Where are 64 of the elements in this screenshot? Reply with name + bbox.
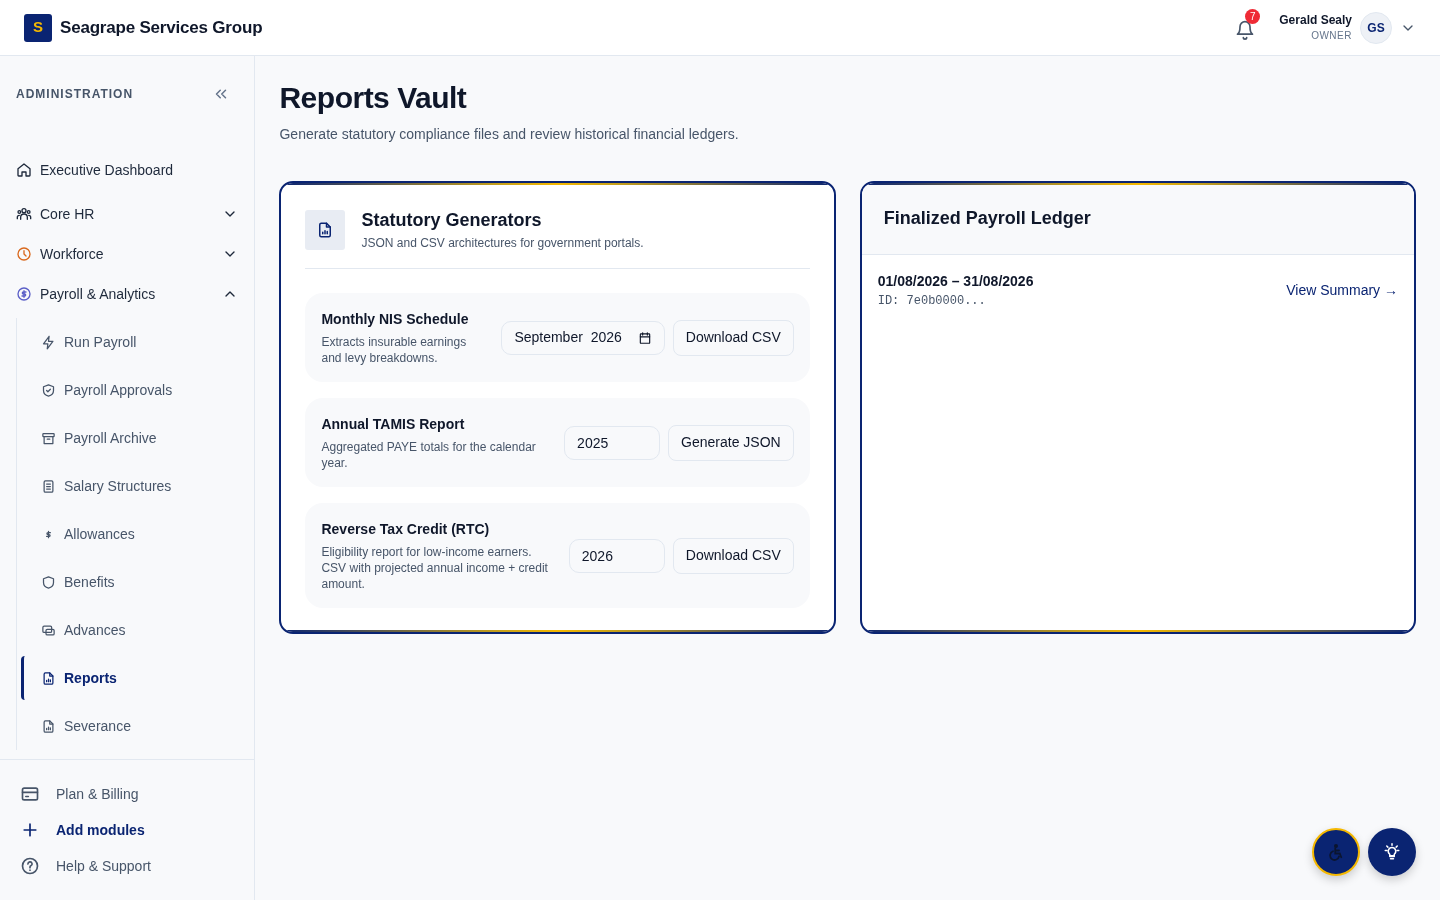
- sidebar-link[interactable]: Help & Support: [20, 848, 235, 884]
- people-icon: [16, 206, 32, 222]
- lightbulb-button[interactable]: [1368, 828, 1416, 876]
- user-avatar[interactable]: GS: [1360, 11, 1392, 44]
- report-description: Extracts insurable earnings and levy breakdowns.: [321, 334, 468, 366]
- shield-check-icon: [41, 382, 56, 398]
- page-subtitle: Generate statutory compliance files and review historical financial ledgers.: [279, 125, 740, 144]
- year-field[interactable]: 2025: [564, 425, 661, 460]
- report-description: Eligibility report for low-income earners. CSV with projected annual income + credit amount.: [321, 544, 549, 592]
- logo: S: [24, 13, 52, 42]
- document-icon: [41, 478, 56, 494]
- month-field[interactable]: September 2026: [501, 320, 665, 355]
- view-summary-link[interactable]: View Summary →: [1286, 280, 1398, 301]
- lightbulb-icon: [1383, 843, 1401, 861]
- report-title: Monthly NIS Schedule: [321, 310, 470, 329]
- sidebar-link[interactable]: Plan & Billing: [20, 776, 235, 812]
- user-role: OWNER: [1310, 28, 1352, 43]
- ledger-id: ID: 7e0b0000...: [877, 293, 987, 310]
- cards-icon: [41, 622, 56, 638]
- nav-item[interactable]: Payroll & Analytics: [16, 274, 239, 314]
- lightning-icon: [41, 334, 56, 350]
- nav-item[interactable]: Core HR: [16, 194, 239, 234]
- report-description: Aggregated PAYE totals for the calendar year.: [321, 439, 537, 471]
- nav-subitem[interactable]: Benefits: [21, 558, 239, 606]
- year-field[interactable]: 2026: [568, 538, 665, 573]
- nav-subitem[interactable]: Advances: [21, 606, 239, 654]
- nav-subitem[interactable]: Severance: [21, 702, 239, 750]
- report-title: Reverse Tax Credit (RTC): [321, 520, 491, 539]
- section-title: ADMINISTRATION: [16, 86, 134, 103]
- accessibility-button[interactable]: [1312, 828, 1360, 876]
- card-title: Statutory Generators: [361, 209, 543, 232]
- card-icon: [20, 784, 40, 804]
- report-icon: [305, 209, 346, 250]
- action-button[interactable]: Download CSV: [672, 319, 794, 356]
- home-icon: [16, 162, 32, 178]
- nav-subitem[interactable]: Payroll Archive: [21, 414, 239, 462]
- clock-icon: [16, 246, 32, 262]
- bell-icon: [1235, 20, 1256, 41]
- ledger-period: 01/08/2026 – 31/08/2026: [877, 272, 1034, 291]
- page-title: Reports Vault: [279, 80, 468, 116]
- brand-name: Seagrape Services Group: [60, 16, 263, 39]
- action-button[interactable]: Download CSV: [672, 537, 794, 574]
- report-icon: [41, 670, 56, 686]
- calendar-icon: [637, 330, 652, 345]
- notification-badge: 7: [1245, 8, 1261, 24]
- card-title: Finalized Payroll Ledger: [883, 207, 1092, 230]
- card-subtitle: JSON and CSV architectures for government portals.: [361, 235, 644, 252]
- nav-item[interactable]: Executive Dashboard: [16, 150, 239, 190]
- shield-icon: [41, 574, 56, 590]
- sidebar-link[interactable]: Add modules: [20, 812, 235, 848]
- nav-subitem[interactable]: Payroll Approvals: [21, 366, 239, 414]
- nav-subitem[interactable]: Allowances: [21, 510, 239, 558]
- dollar-circle-icon: [16, 286, 32, 302]
- report-title: Annual TAMIS Report: [321, 415, 466, 434]
- wheelchair-icon: [1327, 843, 1345, 861]
- nav-subitem[interactable]: Run Payroll: [21, 318, 239, 366]
- user-name: Gerald Sealy: [1279, 12, 1352, 28]
- archive-icon: [41, 430, 56, 446]
- report-icon: [41, 718, 56, 734]
- nav-subitem[interactable]: Reports: [21, 654, 239, 702]
- nav-item[interactable]: Workforce: [16, 234, 239, 274]
- nav-subitem[interactable]: Salary Structures: [21, 462, 239, 510]
- help-icon: [20, 856, 40, 876]
- action-button[interactable]: Generate JSON: [668, 424, 794, 461]
